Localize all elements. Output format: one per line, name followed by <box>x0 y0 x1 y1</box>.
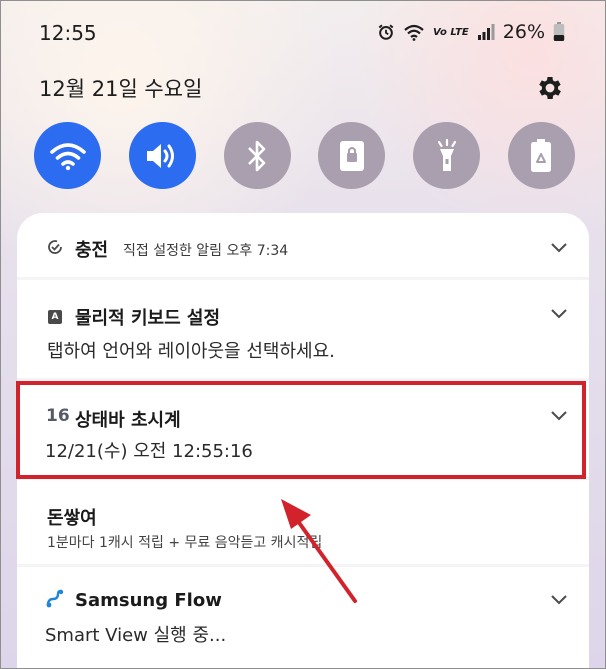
lock-toggle[interactable] <box>318 122 386 189</box>
notification-charging[interactable]: 충전 직접 설정한 알림 오후 7:34 <box>17 213 589 277</box>
status-bar: 12:55 Vo LTE 26% <box>39 21 565 49</box>
notification-title: 물리적 키보드 설정 <box>75 308 221 329</box>
settings-gear-icon[interactable] <box>535 73 565 103</box>
keyboard-app-icon: A <box>48 310 62 324</box>
bluetooth-toggle[interactable] <box>223 122 291 189</box>
volume-icon <box>147 143 175 168</box>
wifi-toggle[interactable] <box>34 122 101 189</box>
quick-settings-row <box>34 122 575 189</box>
chevron-down-icon[interactable] <box>551 595 567 605</box>
date-row: 12월 21일 수요일 <box>39 73 565 107</box>
chevron-down-icon[interactable] <box>551 243 567 253</box>
sound-toggle[interactable] <box>128 122 196 189</box>
signal-icon <box>477 24 495 40</box>
wifi-icon <box>49 142 86 170</box>
battery-percent: 26% <box>502 21 545 43</box>
notification-title: 돈쌓여 <box>47 508 97 529</box>
battery-icon <box>553 22 565 41</box>
notification-title: Samsung Flow <box>75 590 222 611</box>
chevron-down-icon[interactable] <box>551 309 567 319</box>
wifi-status-icon <box>404 24 424 41</box>
lock-icon <box>339 140 364 171</box>
alarm-icon <box>378 24 394 40</box>
status-time: 12:55 <box>39 21 97 45</box>
notification-keyboard[interactable]: A 물리적 키보드 설정 탭하여 언어와 레이아웃을 선택하세요. <box>17 280 589 378</box>
notification-meta: 직접 설정한 알림 오후 7:34 <box>123 243 289 259</box>
notification-body: 탭하여 언어와 레이아웃을 선택하세요. <box>47 341 335 362</box>
status-icons: Vo LTE 26% <box>377 21 565 43</box>
flashlight-icon <box>437 138 456 171</box>
date-label: 12월 21일 수요일 <box>39 77 203 101</box>
notification-panel: 12:55 Vo LTE 26% 12월 21일 수요일 충전 직접 설정한 알… <box>0 0 606 669</box>
notification-body: Smart View 실행 중... <box>45 625 227 646</box>
power-saving-toggle[interactable] <box>507 122 575 189</box>
samsung-flow-icon <box>46 589 64 608</box>
annotation-arrow <box>281 499 357 603</box>
flashlight-toggle[interactable] <box>413 122 481 189</box>
highlight-box <box>16 381 586 479</box>
battery-recycle-icon <box>531 138 552 172</box>
charging-check-icon <box>48 240 62 254</box>
bluetooth-icon <box>248 140 266 171</box>
volte-label: Vo LTE <box>433 26 469 38</box>
notification-title: 충전 <box>75 240 109 261</box>
